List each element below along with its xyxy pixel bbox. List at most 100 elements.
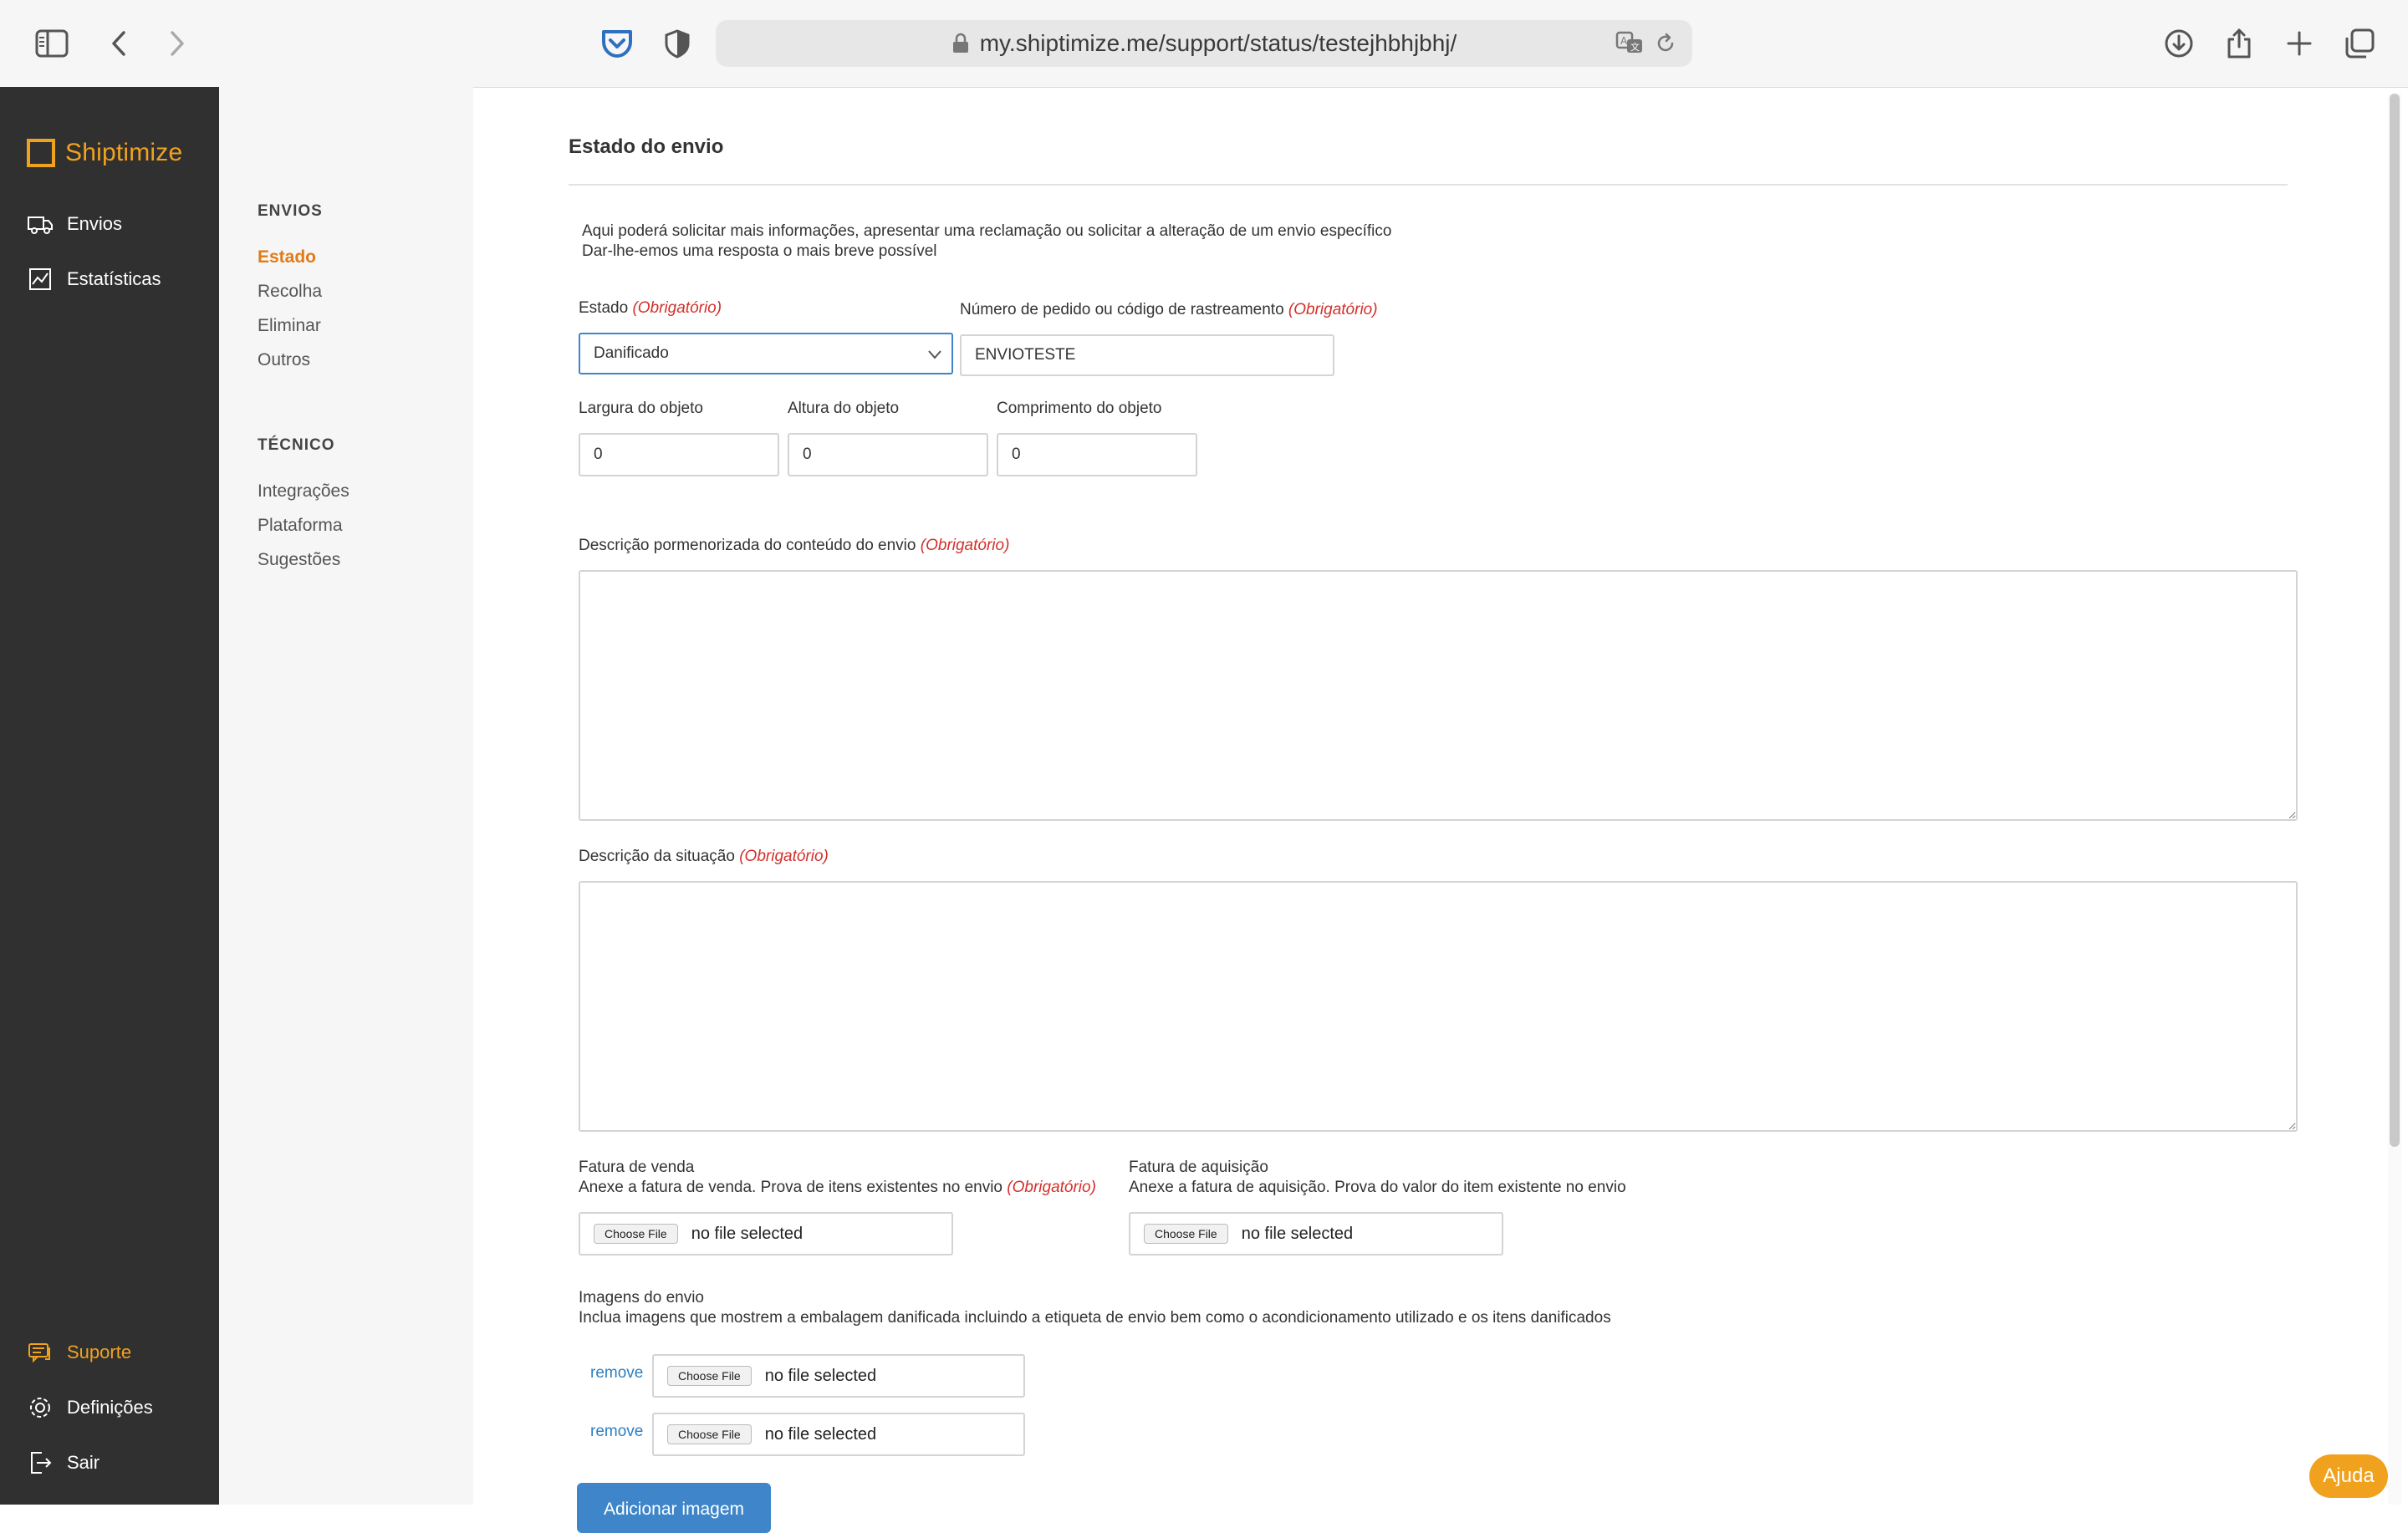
remove-image-link[interactable]: remove: [590, 1423, 643, 1441]
scrollbar-thumb[interactable]: [2390, 94, 2400, 1147]
required-marker: (Obrigatório): [1288, 301, 1378, 318]
support-icon: [28, 1343, 50, 1363]
purchase-invoice-help: Anexe a fatura de aquisição. Prova do va…: [1129, 1179, 1626, 1196]
estado-selected-value: Danificado: [594, 344, 669, 362]
subnav-item-estado[interactable]: Estado: [258, 247, 316, 267]
forward-icon[interactable]: [157, 23, 197, 64]
required-marker: (Obrigatório): [632, 299, 722, 317]
svg-text:A: A: [1620, 35, 1628, 47]
choose-file-button[interactable]: Choose File: [667, 1366, 752, 1386]
share-icon[interactable]: [2219, 23, 2259, 64]
shipment-images-label: Imagens do envio: [579, 1289, 704, 1306]
back-icon[interactable]: [99, 23, 139, 64]
height-input[interactable]: 0: [788, 433, 988, 476]
lock-icon: [952, 33, 968, 53]
sidebar-item-suporte[interactable]: Suporte: [27, 1339, 131, 1366]
chevron-down-icon: [928, 350, 941, 359]
width-label: Largura do objeto: [579, 400, 703, 417]
width-value: 0: [594, 446, 603, 463]
new-tab-icon[interactable]: [2279, 23, 2319, 64]
subnav-item-plataforma[interactable]: Plataforma: [258, 516, 343, 536]
browser-toolbar: my.shiptimize.me/support/status/testejhb…: [0, 0, 2408, 88]
add-image-button[interactable]: Adicionar imagem: [577, 1483, 771, 1533]
shiptimize-logo-icon: [27, 139, 55, 167]
file-status: no file selected: [764, 1366, 877, 1385]
help-button[interactable]: Ajuda: [2309, 1454, 2388, 1498]
tracking-label: Número de pedido ou código de rastreamen…: [960, 301, 1378, 318]
tab-overview-icon[interactable]: [2339, 23, 2380, 64]
page-scrollbar[interactable]: [2388, 94, 2401, 1505]
choose-file-button[interactable]: Choose File: [1144, 1224, 1228, 1244]
pocket-icon[interactable]: [597, 23, 637, 64]
page-title: Estado do envio: [569, 135, 724, 158]
privacy-shield-icon[interactable]: [657, 23, 697, 64]
truck-icon: [28, 216, 53, 234]
svg-text:文: 文: [1630, 41, 1640, 53]
purchase-invoice-label: Fatura de aquisição: [1129, 1159, 1268, 1176]
file-status: no file selected: [764, 1424, 877, 1444]
tracking-value: ENVIOTESTE: [975, 346, 1076, 364]
height-label: Altura do objeto: [788, 400, 900, 417]
reload-icon[interactable]: [1650, 30, 1681, 57]
situation-description-textarea[interactable]: [579, 881, 2298, 1132]
brand-name: Shiptimize: [65, 139, 183, 166]
content-description-label: Descrição pormenorizada do conteúdo do e…: [579, 537, 1010, 554]
tracking-input[interactable]: ENVIOTESTE: [960, 334, 1334, 376]
length-value: 0: [1012, 446, 1021, 463]
purchase-invoice-file-input[interactable]: Choose File no file selected: [1129, 1212, 1503, 1255]
sale-invoice-file-input[interactable]: Choose File no file selected: [579, 1212, 953, 1255]
brand-logo[interactable]: Shiptimize: [27, 139, 182, 167]
sidebar-item-label: Sair: [67, 1452, 100, 1473]
image-file-input[interactable]: Choose File no file selected: [652, 1354, 1025, 1398]
choose-file-button[interactable]: Choose File: [667, 1424, 752, 1444]
length-label: Comprimento do objeto: [997, 400, 1162, 417]
estado-select[interactable]: Danificado: [579, 333, 953, 374]
sidebar-item-envios[interactable]: Envios: [27, 211, 122, 237]
length-input[interactable]: 0: [997, 433, 1197, 476]
main-sidebar: Shiptimize Envios Estatísticas Suporte D…: [0, 87, 219, 1505]
chart-icon: [29, 268, 51, 290]
subnav-heading-tecnico: TÉCNICO: [258, 436, 335, 454]
remove-image-link[interactable]: remove: [590, 1364, 643, 1383]
required-marker: (Obrigatório): [1007, 1179, 1096, 1196]
downloads-icon[interactable]: [2159, 23, 2199, 64]
situation-description-label: Descrição da situação (Obrigatório): [579, 848, 829, 865]
sidebar-item-label: Envios: [67, 213, 123, 234]
gear-icon: [30, 1398, 50, 1418]
subnav-item-integracoes[interactable]: Integrações: [258, 481, 349, 502]
translate-icon[interactable]: A文: [1615, 30, 1645, 57]
sidebar-item-sair[interactable]: Sair: [27, 1449, 99, 1476]
intro-text: Aqui poderá solicitar mais informações, …: [582, 222, 1392, 240]
main-content: Estado do envio Aqui poderá solicitar ma…: [473, 87, 2380, 1533]
sub-navigation: ENVIOS Estado Recolha Eliminar Outros TÉ…: [219, 87, 473, 1505]
height-value: 0: [803, 446, 812, 463]
choose-file-button[interactable]: Choose File: [594, 1224, 678, 1244]
subnav-item-sugestoes[interactable]: Sugestões: [258, 550, 340, 570]
sidebar-item-label: Estatísticas: [67, 268, 161, 289]
sidebar-item-label: Suporte: [67, 1342, 132, 1362]
sidebar-item-definicoes[interactable]: Definições: [27, 1394, 153, 1421]
subnav-item-recolha[interactable]: Recolha: [258, 282, 322, 302]
file-status: no file selected: [1241, 1224, 1354, 1243]
required-marker: (Obrigatório): [739, 848, 829, 865]
intro-subtext: Dar-lhe-emos uma resposta o mais breve p…: [582, 242, 937, 260]
file-status: no file selected: [691, 1224, 804, 1243]
subnav-heading-envios: ENVIOS: [258, 202, 323, 220]
shipment-images-help: Inclua imagens que mostrem a embalagem d…: [579, 1309, 1611, 1327]
sidebar-item-estatisticas[interactable]: Estatísticas: [27, 266, 161, 293]
url-text: my.shiptimize.me/support/status/testejhb…: [979, 30, 1457, 56]
logout-icon: [31, 1452, 52, 1474]
image-file-input[interactable]: Choose File no file selected: [652, 1413, 1025, 1456]
estado-label: Estado (Obrigatório): [579, 299, 722, 317]
required-marker: (Obrigatório): [920, 537, 1010, 554]
address-bar[interactable]: my.shiptimize.me/support/status/testejhb…: [716, 20, 1692, 67]
content-description-textarea[interactable]: [579, 570, 2298, 821]
title-divider: [569, 184, 2288, 186]
sale-invoice-label: Fatura de venda: [579, 1159, 695, 1176]
subnav-item-outros[interactable]: Outros: [258, 350, 310, 370]
sidebar-item-label: Definições: [67, 1397, 153, 1418]
sidebar-toggle-icon[interactable]: [32, 23, 72, 64]
subnav-item-eliminar[interactable]: Eliminar: [258, 316, 321, 336]
sale-invoice-help: Anexe a fatura de venda. Prova de itens …: [579, 1179, 1096, 1196]
width-input[interactable]: 0: [579, 433, 779, 476]
